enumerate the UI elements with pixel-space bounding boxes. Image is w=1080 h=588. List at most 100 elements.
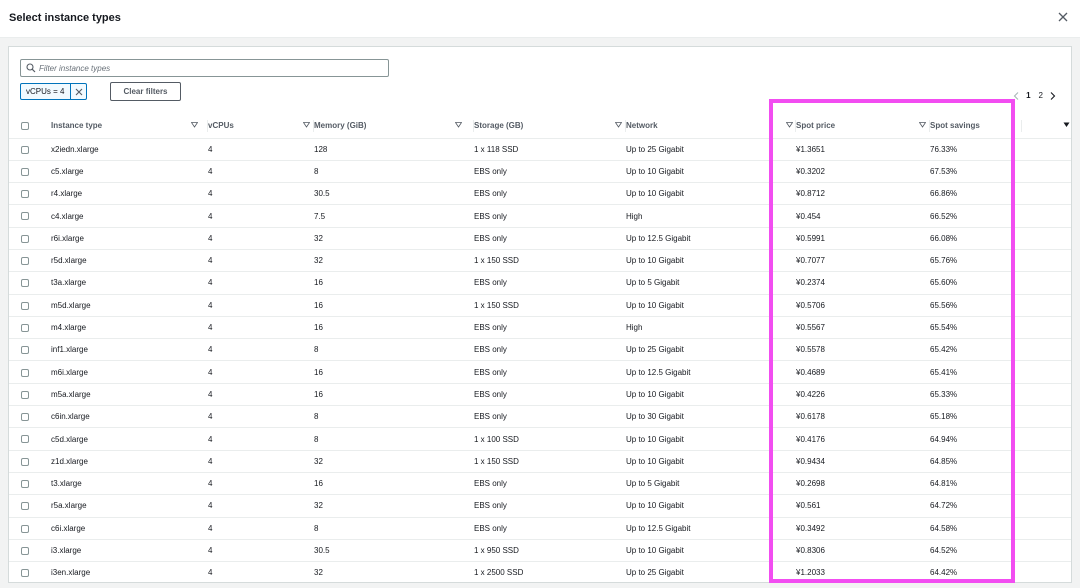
previous-page-button[interactable] [1010,91,1022,100]
cell-vcpus: 4 [208,427,314,451]
table-row[interactable]: r5d.xlarge 4 32 1 x 150 SSD Up to 10 Gigabit… [9,249,1071,273]
row-checkbox[interactable] [21,413,29,422]
filter-input[interactable] [39,60,379,76]
row-checkbox[interactable] [21,569,29,578]
cell-memory: 32 [314,249,474,273]
row-checkbox[interactable] [21,524,29,533]
table-row[interactable]: x2iedn.xlarge 4 128 1 x 118 SSD Up to 25 Gig… [9,138,1071,161]
cell-vcpus: 4 [208,383,314,407]
cell-spot-savings: 66.86% [930,182,1022,206]
cell-network: Up to 10 Gigabit [626,427,796,451]
row-checkbox[interactable] [21,435,29,444]
cell-storage: 1 x 100 SSD [474,427,626,451]
table-row[interactable]: c5d.xlarge 4 8 1 x 100 SSD Up to 10 Gigabit ¥… [9,427,1071,451]
cell-spot-price: ¥0.4689 [796,360,930,384]
column-header-vcpus[interactable]: vCPUs [208,113,314,139]
cell-memory: 8 [314,427,474,451]
cell-spot-savings: 64.42% [930,561,1022,582]
page-1-button[interactable]: 1 [1022,91,1034,100]
close-icon[interactable] [1056,10,1070,24]
column-header-memory[interactable]: Memory (GiB) [314,113,474,139]
row-checkbox[interactable] [21,167,29,176]
cell-storage: EBS only [474,360,626,384]
cell-vcpus: 4 [208,249,314,273]
row-checkbox[interactable] [21,279,29,288]
table-row[interactable]: z1d.xlarge 4 32 1 x 150 SSD Up to 10 Gigabit… [9,450,1071,473]
table-row[interactable]: t3a.xlarge 4 16 EBS only Up to 5 Gigabit ¥0.2… [9,271,1071,295]
cell-memory: 8 [314,517,474,540]
cell-spot-savings: 66.08% [930,227,1022,250]
search-icon [26,63,36,73]
cell-network: Up to 10 Gigabit [626,494,796,518]
cell-spot-price: ¥0.454 [796,204,930,228]
row-checkbox[interactable] [21,546,29,555]
column-header-spot-savings[interactable]: Spot savings [930,113,1022,139]
table-row[interactable]: t3.xlarge 4 16 EBS only Up to 5 Gigabit ¥0.26… [9,472,1071,496]
cell-spot-price: ¥0.5706 [796,294,930,317]
table-row[interactable]: c6in.xlarge 4 8 EBS only Up to 30 Gigabit ¥0.… [9,405,1071,429]
row-checkbox[interactable] [21,145,29,154]
cell-memory: 8 [314,160,474,184]
row-checkbox[interactable] [21,234,29,243]
cell-instance-type: c5.xlarge [51,160,208,184]
row-checkbox[interactable] [21,479,29,488]
dismiss-token-button[interactable] [70,84,86,99]
row-checkbox[interactable] [21,457,29,466]
cell-spot-savings: 65.33% [930,383,1022,407]
cell-instance-type: x2iedn.xlarge [51,138,208,161]
cell-network: Up to 10 Gigabit [626,249,796,273]
table-row[interactable]: r4.xlarge 4 30.5 EBS only Up to 10 Gigabit ¥0… [9,182,1071,206]
cell-spot-savings: 67.53% [930,160,1022,184]
column-header-storage[interactable]: Storage (GB) [474,113,626,139]
caret-down-icon[interactable] [1063,122,1070,128]
clear-filters-button[interactable]: Clear filters [110,82,181,101]
cell-storage: 1 x 150 SSD [474,249,626,273]
filter-search[interactable] [20,59,389,77]
table-row[interactable]: c4.xlarge 4 7.5 EBS only High ¥0.454 66.52% [9,204,1071,228]
row-checkbox[interactable] [21,390,29,399]
cell-spot-price: ¥0.4176 [796,427,930,451]
cell-memory: 32 [314,494,474,518]
table-row[interactable]: m5d.xlarge 4 16 1 x 150 SSD Up to 10 Gigabit… [9,294,1071,317]
cell-vcpus: 4 [208,204,314,228]
table-row[interactable]: inf1.xlarge 4 8 EBS only Up to 25 Gigabit ¥0.… [9,338,1071,362]
column-header-spot-price[interactable]: Spot price [796,113,930,139]
cell-vcpus: 4 [208,539,314,563]
cell-instance-type: t3.xlarge [51,472,208,496]
cell-spot-price: ¥0.3202 [796,160,930,184]
table-row[interactable]: c6i.xlarge 4 8 EBS only Up to 12.5 Gigabit ¥0… [9,517,1071,540]
table-row[interactable]: i3.xlarge 4 30.5 1 x 950 SSD Up to 10 Gigabi… [9,539,1071,563]
next-page-button[interactable] [1047,91,1059,100]
row-checkbox[interactable] [21,257,29,266]
cell-vcpus: 4 [208,160,314,184]
cell-vcpus: 4 [208,405,314,429]
table-header-row: Instance type vCPUs Memory (GiB) Storage… [9,113,1071,139]
row-checkbox[interactable] [21,212,29,221]
table-row[interactable]: c5.xlarge 4 8 EBS only Up to 10 Gigabit ¥0.32… [9,160,1071,184]
table-row[interactable]: m5a.xlarge 4 16 EBS only Up to 10 Gigabit ¥0.… [9,383,1071,407]
cell-memory: 32 [314,561,474,582]
row-checkbox[interactable] [21,368,29,377]
cell-memory: 128 [314,138,474,161]
cell-network: Up to 12.5 Gigabit [626,360,796,384]
cell-instance-type: m6i.xlarge [51,360,208,384]
column-header-instance-type[interactable]: Instance type [51,113,208,139]
table-row[interactable]: m4.xlarge 4 16 EBS only High ¥0.5567 65.54% [9,316,1071,340]
table-row[interactable]: r6i.xlarge 4 32 EBS only Up to 12.5 Gigabit ¥… [9,227,1071,250]
cell-memory: 16 [314,294,474,317]
cell-network: Up to 30 Gigabit [626,405,796,429]
row-checkbox[interactable] [21,346,29,355]
row-checkbox[interactable] [21,301,29,310]
table-row[interactable]: m6i.xlarge 4 16 EBS only Up to 12.5 Gigabit ¥… [9,360,1071,384]
cell-network: Up to 5 Gigabit [626,271,796,295]
select-all-checkbox[interactable] [21,121,29,130]
page-2-button[interactable]: 2 [1035,91,1047,100]
row-checkbox[interactable] [21,502,29,511]
table-row[interactable]: i3en.xlarge 4 32 1 x 2500 SSD Up to 25 Gigab… [9,561,1071,582]
row-checkbox[interactable] [21,323,29,332]
row-checkbox[interactable] [21,190,29,199]
table-row[interactable]: r5a.xlarge 4 32 EBS only Up to 10 Gigabit ¥0.… [9,494,1071,518]
cell-spot-savings: 65.56% [930,294,1022,317]
cell-spot-price: ¥0.4226 [796,383,930,407]
column-header-network[interactable]: Network [626,113,796,139]
